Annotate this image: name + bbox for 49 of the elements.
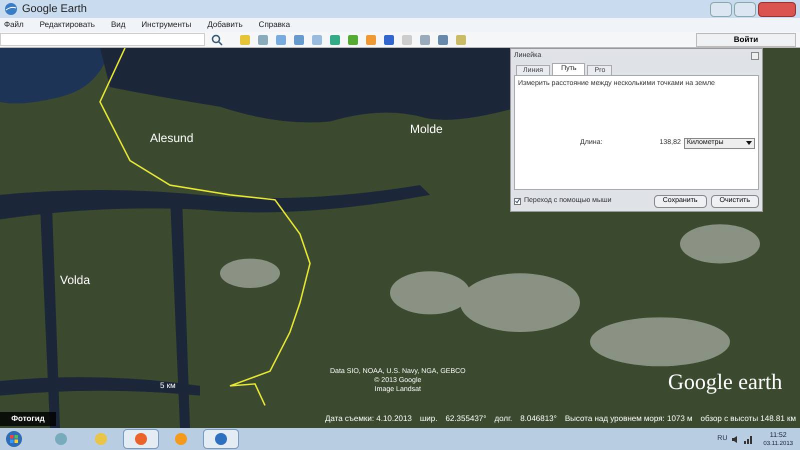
app-icon: [174, 432, 188, 446]
app-icon: [134, 432, 148, 446]
search-field[interactable]: [0, 33, 205, 46]
start-button[interactable]: [3, 430, 25, 448]
status-text: Высота над уровнем моря: 1073 м: [564, 413, 693, 425]
toolbar-icon[interactable]: [419, 34, 431, 46]
place-label: Alesund: [150, 130, 194, 147]
close-button[interactable]: [758, 2, 796, 16]
status-text: Дата съемки: 4.10.2013: [324, 413, 412, 425]
close-button[interactable]: [751, 52, 759, 60]
menu-item[interactable]: Инструменты: [141, 19, 192, 31]
toolbar-icon[interactable]: [365, 34, 377, 46]
checkbox[interactable]: [514, 198, 521, 204]
status-text: обзор с высоты 148.81 км: [700, 413, 796, 425]
menu-item[interactable]: Редактировать: [40, 19, 95, 31]
app-icon: [214, 432, 228, 446]
windows-logo-icon: [6, 431, 22, 447]
search-icon[interactable]: [211, 34, 223, 46]
status-text: 62.355437°: [445, 413, 486, 425]
place-label: Molde: [410, 121, 443, 138]
status-text: долг.: [494, 413, 512, 425]
network-icon[interactable]: [744, 434, 754, 444]
toolbar-icon[interactable]: [437, 34, 449, 46]
menu-item[interactable]: Вид: [110, 19, 126, 31]
maximize-button[interactable]: [734, 2, 756, 16]
toolbar-icon[interactable]: [383, 34, 395, 46]
status-text: шир.: [420, 413, 438, 425]
toolbar-icon[interactable]: [347, 34, 359, 46]
toolbar-icon[interactable]: [293, 34, 305, 46]
app-icon: [94, 432, 108, 446]
app-icon: [54, 432, 68, 446]
taskbar-app-button[interactable]: [123, 429, 159, 449]
tour-guide-tab[interactable]: Фотогид: [0, 412, 56, 426]
menu-item[interactable]: Справка: [258, 19, 290, 31]
google-earth-logo: Google earth: [668, 368, 782, 396]
toolbar-icon[interactable]: [275, 34, 287, 46]
sign-in-button[interactable]: Войти: [696, 32, 796, 46]
status-text: 8.046813°: [520, 413, 557, 425]
menu-item[interactable]: Файл: [4, 19, 24, 31]
menu-item[interactable]: Добавить: [207, 19, 243, 31]
toolbar-icon[interactable]: [329, 34, 341, 46]
dropdown-caret-icon: [746, 141, 752, 145]
window-title: Google Earth: [22, 2, 87, 17]
scale-label: 5 км: [160, 380, 176, 392]
toolbar-icon[interactable]: [257, 34, 269, 46]
place-label: Volda: [60, 272, 90, 289]
minimize-button[interactable]: [710, 2, 732, 16]
taskbar-app-button[interactable]: [203, 429, 239, 449]
globe-icon: [4, 2, 18, 16]
